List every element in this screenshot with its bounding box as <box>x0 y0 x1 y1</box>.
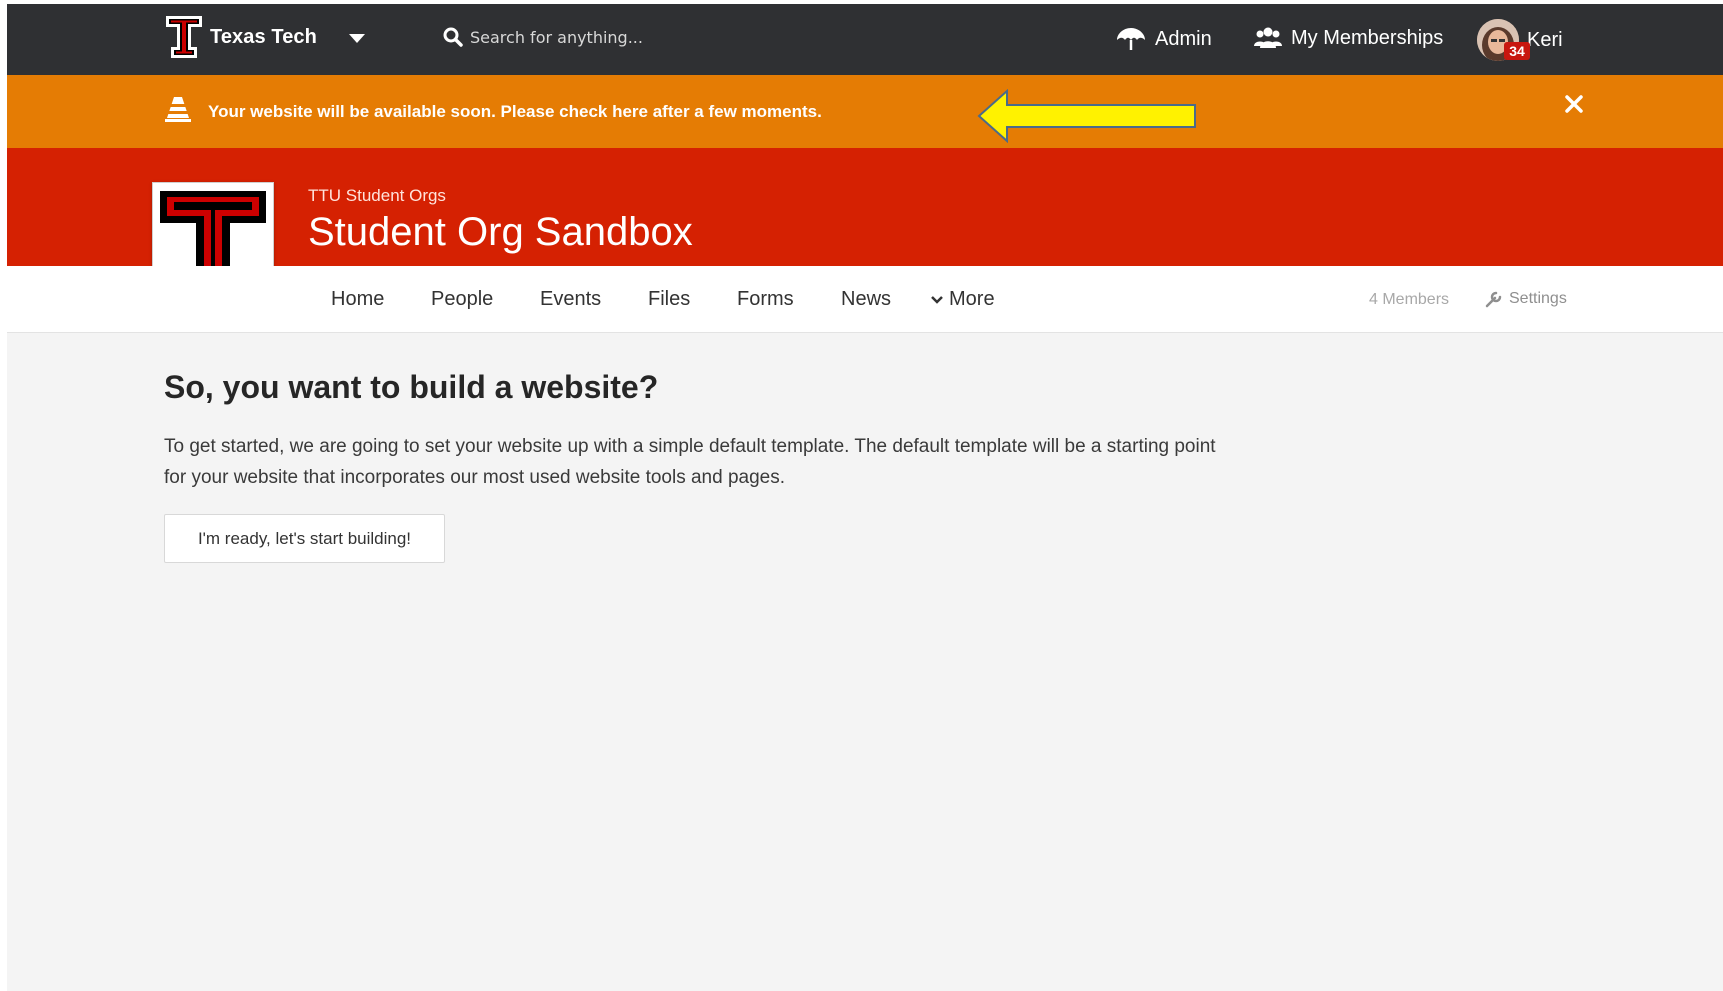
browser-viewport: Texas Tech Admin <box>7 4 1723 991</box>
alert-message: Your website will be available soon. Ple… <box>208 102 822 121</box>
org-subnav: Home People Events Files Forms News More… <box>7 266 1723 333</box>
tab-people[interactable]: People <box>431 288 493 311</box>
chevron-down-icon <box>931 295 943 304</box>
start-building-button[interactable]: I'm ready, let's start building! <box>164 514 445 563</box>
user-name: Keri <box>1527 28 1563 51</box>
caret-down-icon[interactable] <box>349 34 365 43</box>
tab-forms[interactable]: Forms <box>737 288 794 311</box>
my-memberships-label: My Memberships <box>1291 26 1444 49</box>
settings-link[interactable]: Settings <box>1485 290 1567 308</box>
wrench-icon <box>1485 291 1502 308</box>
tab-events[interactable]: Events <box>540 288 601 311</box>
users-group-icon <box>1254 27 1282 48</box>
org-parent-link[interactable]: TTU Student Orgs <box>308 186 446 206</box>
texas-tech-logo-icon <box>166 16 202 58</box>
tab-news[interactable]: News <box>841 288 891 311</box>
traffic-cone-icon <box>165 97 191 122</box>
tab-home[interactable]: Home <box>331 288 384 311</box>
page-heading: So, you want to build a website? <box>164 369 659 405</box>
top-navbar: Texas Tech Admin <box>7 4 1723 75</box>
admin-link[interactable]: Admin <box>1115 26 1212 52</box>
tab-more[interactable]: More <box>931 288 995 311</box>
org-title: Student Org Sandbox <box>308 210 693 254</box>
intro-paragraph: To get started, we are going to set your… <box>164 436 1216 488</box>
brand-link[interactable]: Texas Tech <box>164 14 317 60</box>
members-count[interactable]: 4 Members <box>1369 291 1449 309</box>
more-label: More <box>949 288 995 310</box>
admin-umbrella-icon <box>1117 28 1145 50</box>
admin-label: Admin <box>1155 27 1212 50</box>
search-icon <box>443 27 463 47</box>
search-box[interactable] <box>442 26 730 48</box>
settings-label: Settings <box>1509 290 1567 307</box>
alert-banner: Your website will be available soon. Ple… <box>7 75 1723 148</box>
close-icon[interactable] <box>1563 93 1585 115</box>
notification-badge[interactable]: 34 <box>1504 42 1530 60</box>
search-input[interactable] <box>470 27 730 47</box>
tab-files[interactable]: Files <box>648 288 690 311</box>
arrow-left-icon <box>977 89 1196 143</box>
my-memberships-link[interactable]: My Memberships <box>1253 26 1443 50</box>
brand-name: Texas Tech <box>210 25 317 48</box>
